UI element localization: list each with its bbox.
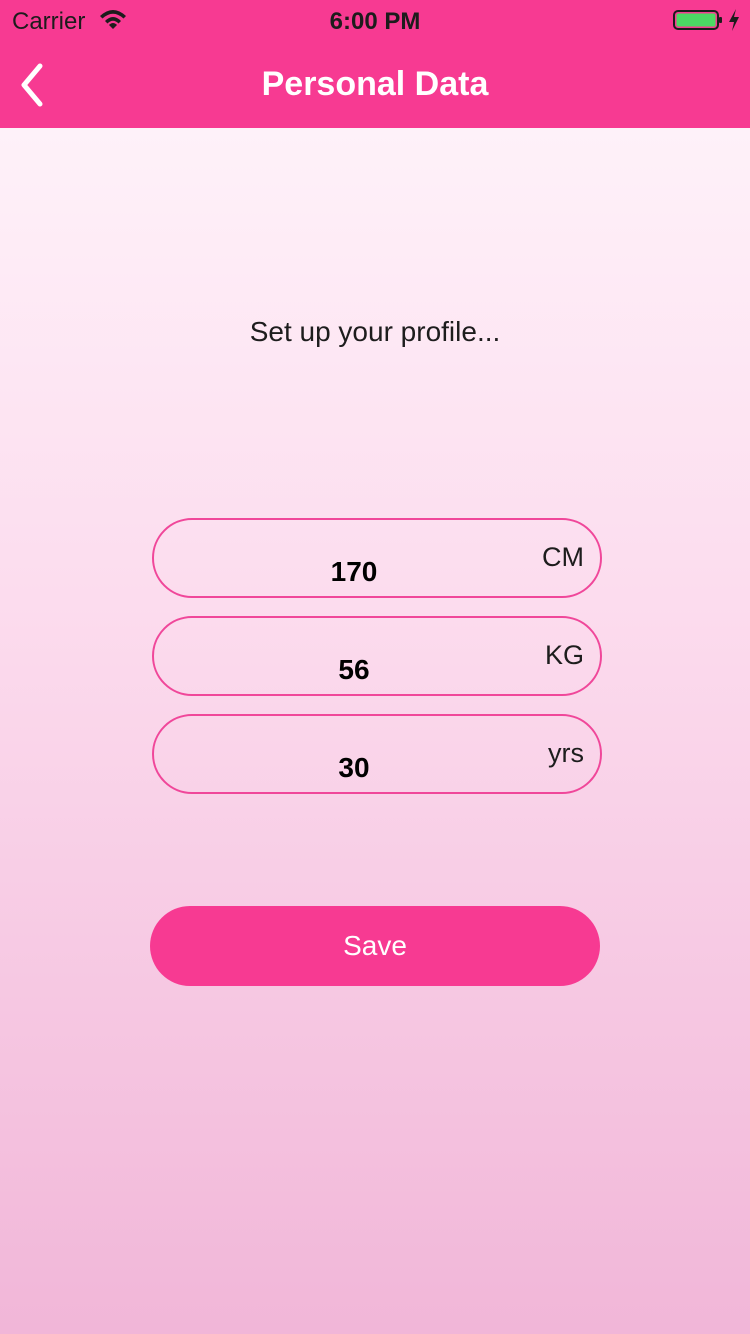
height-value: 170	[330, 556, 378, 587]
battery-icon	[673, 10, 722, 30]
age-unit: yrs	[548, 738, 584, 768]
age-field[interactable]: 30 yrs	[152, 714, 602, 794]
age-value: 30	[338, 752, 370, 783]
height-unit: CM	[542, 542, 584, 572]
navigation-bar: Personal Data	[0, 40, 750, 128]
status-time: 6:00 PM	[329, 8, 421, 35]
weight-unit: KG	[544, 640, 584, 670]
height-field[interactable]: 170 CM	[152, 518, 602, 598]
charging-bolt-icon	[729, 9, 739, 31]
weight-field[interactable]: 56 KG	[152, 616, 602, 696]
weight-value: 56	[338, 654, 370, 685]
save-button[interactable]: Save	[150, 906, 600, 986]
header-bar: Carrier 6:00 PM Personal Data	[0, 0, 750, 128]
status-bar: Carrier 6:00 PM	[0, 0, 750, 40]
page-title: Personal Data	[261, 65, 489, 103]
profile-subtitle: Set up your profile...	[249, 316, 501, 347]
